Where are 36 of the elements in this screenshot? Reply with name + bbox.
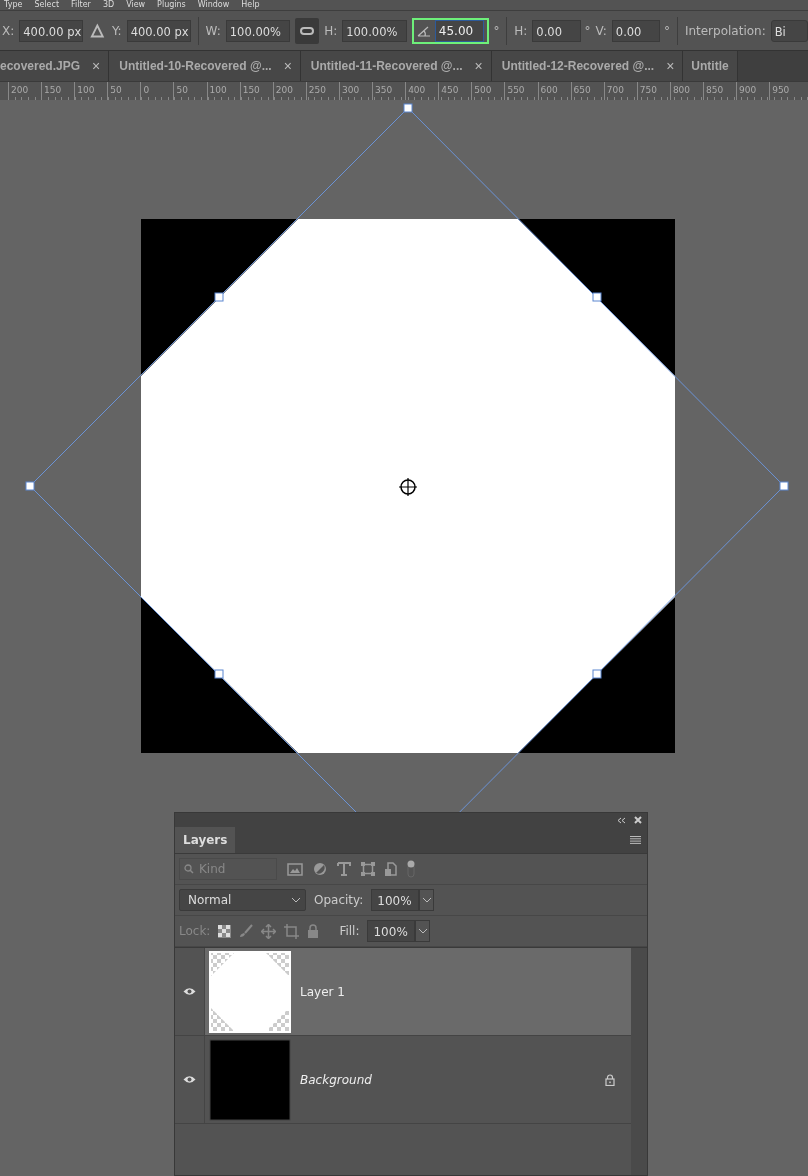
ruler-label: 600 xyxy=(537,82,571,100)
ruler-label: 50 xyxy=(173,82,207,100)
ruler-label: 150 xyxy=(41,82,75,100)
ruler-label: 100 xyxy=(206,82,240,100)
ruler-label: 350 xyxy=(372,82,406,100)
ruler-label: 500 xyxy=(471,82,505,100)
ruler-label: 650 xyxy=(570,82,604,100)
field-label: Y: xyxy=(111,23,122,38)
field-label: X: xyxy=(2,23,15,38)
ruler-label: 800 xyxy=(669,82,703,100)
ruler-label: 300 xyxy=(338,82,373,100)
ruler-label: 50 xyxy=(107,82,141,100)
field-label: V: xyxy=(595,23,607,38)
ruler-label: 550 xyxy=(504,82,538,100)
ruler-label: 450 xyxy=(438,82,472,100)
degree-unit: ° xyxy=(664,23,670,38)
ruler-label: 150 xyxy=(239,82,273,100)
field-label: H: xyxy=(514,23,528,38)
field-label: Interpolation: xyxy=(684,23,766,38)
ruler-label: 400 xyxy=(405,82,439,100)
field-label: H: xyxy=(324,23,338,38)
degree-unit: ° xyxy=(493,23,500,38)
ruler-label: 100 xyxy=(74,82,108,100)
fill-label: Fill: xyxy=(339,924,360,938)
ruler-label: 250 xyxy=(305,82,339,100)
field-label: W: xyxy=(205,23,221,38)
ruler-label: 850 xyxy=(702,82,737,100)
ruler-label: 900 xyxy=(736,82,770,100)
ruler-label: 950 xyxy=(769,82,803,100)
ruler-label: 200 xyxy=(272,82,306,100)
degree-unit: ° xyxy=(584,23,591,38)
ruler-label: 700 xyxy=(603,82,637,100)
ruler-label: 750 xyxy=(636,82,670,100)
ruler-label: 0 xyxy=(140,82,174,100)
ruler-label: 200 xyxy=(8,82,42,100)
opacity-label: Opacity: xyxy=(314,893,364,907)
